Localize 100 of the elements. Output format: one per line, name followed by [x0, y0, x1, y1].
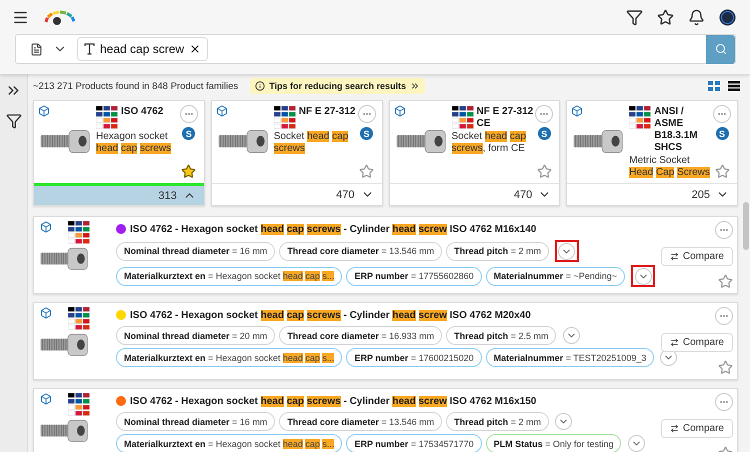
standard-badge: S — [538, 127, 551, 140]
property-filter[interactable]: Thread pitch = 2 mm — [446, 412, 549, 431]
card-footer[interactable]: 205 — [567, 183, 737, 205]
property-filter[interactable]: PLM Status = Only for testing — [486, 434, 622, 452]
card-description: Socket head cap screws — [274, 131, 350, 155]
product-family-card[interactable]: ANSI / ASME B18.3.1M SHCS Metric Socket Head Cap Screws S 205 — [566, 100, 738, 206]
compare-button[interactable]: Compare — [660, 247, 733, 266]
swap-icon — [670, 338, 679, 347]
cube-icon — [38, 105, 50, 117]
variant-count: 313 — [158, 190, 177, 202]
tips-link[interactable]: Tips for reducing search results — [250, 78, 426, 94]
search-term: head cap screw — [100, 42, 184, 56]
standard-badge: S — [716, 127, 728, 140]
card-title: NF E 27-312 CE — [476, 106, 534, 130]
more-button[interactable] — [715, 393, 733, 411]
results-summary: ~213 271 Products found in 848 Product families — [33, 80, 238, 92]
card-footer[interactable]: 470 — [390, 183, 560, 205]
property-filter[interactable]: Materialnummer = TEST20251009_3 — [486, 348, 654, 367]
flags-drawing — [96, 106, 118, 130]
document-icon — [30, 42, 43, 56]
scrollbar[interactable] — [743, 202, 749, 250]
favorite-star-icon[interactable] — [181, 164, 196, 179]
property-filter[interactable]: Thread core diameter = 13.546 mm — [279, 412, 442, 431]
variant-count: 470 — [514, 188, 532, 200]
property-filter[interactable]: Nominal thread diameter = 16 mm — [116, 242, 276, 260]
list-view-icon[interactable] — [728, 81, 740, 91]
more-button[interactable] — [715, 221, 733, 239]
star-icon[interactable] — [657, 8, 674, 26]
more-button[interactable] — [358, 105, 376, 123]
grid-view-icon[interactable] — [708, 81, 720, 91]
close-icon[interactable] — [189, 43, 202, 55]
text-icon — [84, 43, 95, 55]
card-title: ANSI / ASME B18.3.1M SHCS — [654, 106, 699, 154]
favorite-star-icon[interactable] — [718, 360, 733, 375]
cube-icon — [216, 105, 228, 117]
favorite-star-icon[interactable] — [359, 164, 374, 179]
property-filter[interactable]: Materialkurztext en = Hexagon socket head cap s... — [116, 266, 342, 286]
filter-icon[interactable] — [6, 113, 22, 129]
result-row[interactable] — [33, 388, 738, 452]
variant-count: 470 — [336, 188, 354, 200]
cube-icon — [571, 105, 584, 117]
property-filter[interactable]: ERP number = 17755602860 — [346, 266, 482, 286]
cube-icon — [40, 393, 52, 405]
flags-drawing — [629, 106, 652, 130]
product-family-card[interactable]: NF E 27-312 Socket head cap screws S 470 — [210, 100, 382, 206]
compare-button[interactable]: Compare — [660, 419, 733, 438]
card-footer[interactable]: 313 — [34, 183, 204, 205]
property-filter[interactable]: Nominal thread diameter = 20 mm — [116, 326, 276, 345]
favorite-star-icon[interactable] — [718, 274, 733, 289]
cube-icon — [394, 105, 406, 117]
card-description: Hexagon socket head cap screws — [96, 131, 172, 155]
card-title: NF E 27-312 — [298, 106, 356, 118]
property-filter[interactable]: Materialkurztext en = Hexagon socket head cap s... — [116, 434, 342, 452]
standard-badge: S — [360, 127, 373, 140]
product-family-card[interactable]: ISO 4762 Hexagon socket head cap screws S 313 — [33, 100, 205, 206]
card-description: Metric Socket Head Cap Screws — [629, 155, 711, 179]
search-field[interactable]: head cap screw — [15, 34, 736, 64]
result-row[interactable] — [33, 302, 738, 380]
compare-button[interactable]: Compare — [660, 333, 733, 352]
favorite-star-icon[interactable] — [714, 164, 730, 179]
search-icon — [714, 43, 726, 55]
swap-icon — [670, 424, 679, 433]
property-filter[interactable]: Nominal thread diameter = 16 mm — [116, 412, 276, 431]
search-button[interactable] — [706, 34, 735, 64]
flags-drawing — [452, 106, 474, 130]
swap-icon — [670, 252, 679, 261]
cube-icon — [40, 307, 52, 319]
filter-icon[interactable] — [626, 8, 643, 26]
property-filter[interactable]: Materialkurztext en = Hexagon socket head cap s... — [116, 348, 342, 367]
property-filter[interactable]: ERP number = 17534571770 — [346, 434, 482, 452]
card-footer[interactable]: 470 — [212, 183, 382, 205]
property-filter[interactable]: Materialnummer = ~Pending~ — [486, 266, 625, 286]
standard-badge: S — [182, 127, 196, 140]
info-icon — [255, 81, 266, 91]
property-filter[interactable]: Thread pitch = 2.5 mm — [446, 326, 556, 345]
expand-button[interactable] — [554, 240, 579, 262]
result-title: ISO 4762 - Hexagon socket head cap screws - Cylinder head screw ISO 4762 M20x40 — [130, 310, 531, 320]
result-title: ISO 4762 - Hexagon socket head cap screws - Cylinder head screw ISO 4762 M16x140 — [130, 224, 536, 234]
property-filter[interactable]: Thread pitch = 2 mm — [446, 242, 549, 260]
card-title: ISO 4762 — [121, 106, 164, 118]
favorite-star-icon[interactable] — [536, 164, 552, 179]
variant-count: 205 — [692, 188, 710, 200]
result-title: ISO 4762 - Hexagon socket head cap screws - Cylinder head screw ISO 4762 M16x150 — [130, 396, 536, 406]
more-button[interactable] — [180, 105, 198, 123]
search-term-chip[interactable]: head cap screw — [77, 37, 208, 61]
property-filter[interactable]: ERP number = 17600215020 — [346, 348, 482, 367]
expand-button[interactable] — [631, 265, 655, 287]
avatar-icon[interactable] — [719, 8, 736, 26]
flags-drawing — [68, 393, 90, 417]
flags-drawing — [68, 221, 90, 245]
property-filter[interactable]: Thread core diameter = 13.546 mm — [279, 242, 442, 260]
more-button[interactable] — [713, 105, 731, 123]
result-row[interactable] — [33, 216, 738, 294]
more-button[interactable] — [715, 307, 733, 325]
double-chevron-icon — [410, 81, 420, 91]
property-filter[interactable]: Thread core diameter = 16.933 mm — [279, 326, 442, 345]
bell-icon[interactable] — [688, 8, 705, 26]
cube-icon — [40, 221, 52, 233]
flags-drawing — [68, 307, 90, 331]
more-button[interactable] — [535, 105, 554, 123]
